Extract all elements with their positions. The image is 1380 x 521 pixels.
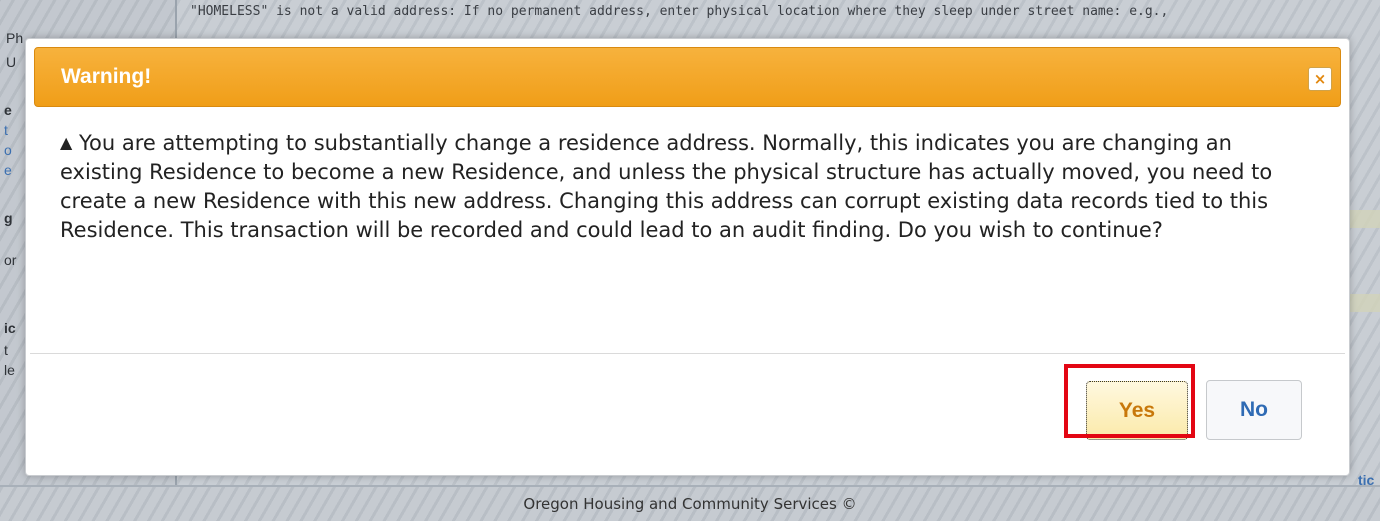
yes-button-highlight (1064, 364, 1195, 438)
sidebar-fragment: Ph (6, 30, 24, 46)
dialog-message: ▲ You are attempting to substantially ch… (60, 128, 1320, 245)
sidebar-link-fragment[interactable]: e (4, 162, 12, 178)
sidebar-fragment: U (6, 54, 17, 70)
warning-triangle-icon: ▲ (60, 133, 73, 152)
sidebar-link-fragment[interactable]: o (4, 142, 12, 158)
background-field (1346, 294, 1380, 312)
sidebar-fragment: t (4, 342, 8, 358)
background-field (1346, 210, 1380, 228)
close-button[interactable]: × (1308, 67, 1332, 91)
background-divider (0, 485, 1380, 487)
homeless-address-notice: "HOMELESS" is not a valid address: If no… (190, 4, 1169, 19)
dialog-titlebar[interactable]: Warning! × (34, 47, 1341, 107)
dialog-title: Warning! (61, 65, 152, 88)
background-link-fragment[interactable]: tic (1358, 472, 1374, 488)
no-button[interactable]: No (1206, 380, 1302, 440)
sidebar-fragment: e (4, 102, 12, 118)
sidebar-fragment: le (4, 362, 15, 378)
dialog-message-text: You are attempting to substantially chan… (60, 131, 1273, 242)
sidebar-fragment: g (4, 210, 13, 226)
footer-copyright: Oregon Housing and Community Services © (523, 495, 857, 513)
sidebar-link-fragment[interactable]: t (4, 122, 8, 138)
dialog-divider (30, 353, 1345, 354)
close-icon: × (1313, 69, 1327, 88)
sidebar-fragment: or (4, 252, 17, 268)
sidebar-fragment: ic (4, 320, 16, 336)
